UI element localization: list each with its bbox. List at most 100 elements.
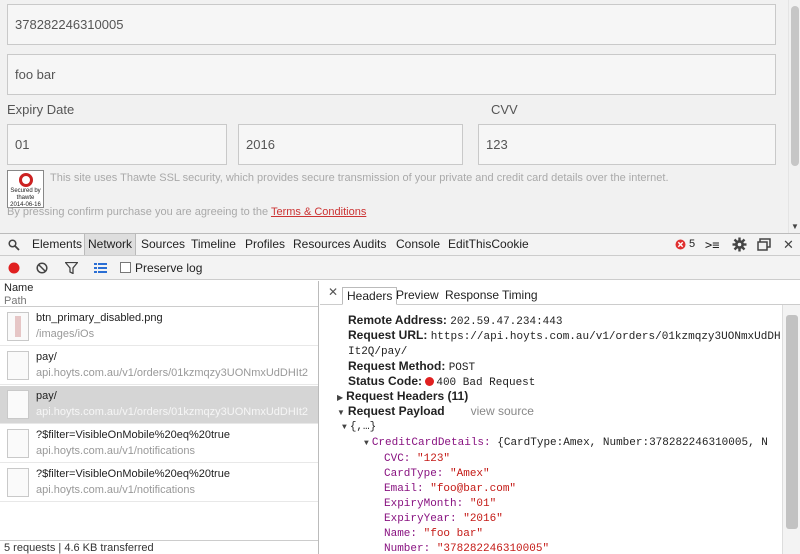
- close-detail-icon[interactable]: ✕: [328, 285, 338, 299]
- request-payload-label[interactable]: Request Payload: [348, 404, 445, 418]
- request-list-summary: 5 requests | 4.6 KB transferred: [0, 540, 318, 554]
- field-value: "Amex": [450, 468, 490, 480]
- tab-response[interactable]: Response: [441, 287, 503, 305]
- request-row[interactable]: ?$filter=VisibleOnMobile%20eq%20true api…: [0, 464, 318, 502]
- request-list: Name Path btn_primary_disabled.png /imag…: [0, 281, 319, 554]
- request-payload-section[interactable]: ▼ Request Payload view source: [337, 404, 534, 418]
- payload-root[interactable]: ▼ {,…}: [342, 421, 376, 433]
- terms-link[interactable]: Terms & Conditions: [271, 206, 366, 218]
- ssl-notice: This site uses Thawte SSL security, whic…: [50, 172, 669, 184]
- credit-card-details-node[interactable]: ▼ CreditCardDetails: {CardType:Amex, Numb…: [364, 437, 768, 449]
- field-value: "2016": [463, 513, 503, 525]
- clear-icon[interactable]: [36, 262, 48, 277]
- field-key: Email:: [384, 483, 424, 495]
- status-code-label: Status Code:: [348, 374, 423, 388]
- thawte-seal-icon: [18, 173, 33, 187]
- request-url-value: https://api.hoyts.com.au/v1/orders/01kzm…: [430, 331, 781, 343]
- expiry-year-field[interactable]: 2016: [238, 124, 463, 165]
- devtools-tabbar: Elements Network Sources Timeline Profil…: [0, 234, 800, 256]
- request-headers-section[interactable]: ▶ Request Headers (11): [337, 389, 468, 403]
- triangle-down-icon[interactable]: ▼: [342, 423, 347, 432]
- triangle-down-icon[interactable]: ▼: [364, 439, 369, 448]
- request-detail-pane: ✕ Headers Preview Response Timing Remote…: [320, 281, 800, 554]
- dock-icon[interactable]: [757, 238, 771, 254]
- request-path: api.hoyts.com.au/v1/orders/01kzmqzy3UONm…: [36, 367, 309, 379]
- column-name-header[interactable]: Name: [4, 282, 33, 294]
- triangle-down-icon[interactable]: ▼: [337, 408, 345, 417]
- tab-audits[interactable]: Audits: [350, 234, 389, 255]
- expiry-month-field[interactable]: 01: [7, 124, 227, 165]
- scroll-down-arrow-icon[interactable]: ▼: [791, 222, 799, 231]
- large-rows-icon[interactable]: [94, 262, 107, 277]
- gear-icon[interactable]: [732, 237, 747, 255]
- name-on-card-field[interactable]: foo bar: [7, 54, 776, 95]
- preserve-log-checkbox[interactable]: [120, 262, 131, 273]
- detail-scrollbar-thumb[interactable]: [786, 315, 798, 529]
- tab-network[interactable]: Network: [84, 234, 137, 255]
- tab-elements[interactable]: Elements: [29, 234, 85, 255]
- cvv-field[interactable]: 123: [478, 124, 776, 165]
- close-icon[interactable]: ✕: [783, 237, 794, 253]
- card-number-field[interactable]: 378282246310005: [7, 4, 776, 45]
- request-name: ?$filter=VisibleOnMobile%20eq%20true: [36, 429, 230, 441]
- request-path: api.hoyts.com.au/v1/notifications: [36, 484, 195, 496]
- payment-form-page: 378282246310005 foo bar Expiry Date CVV …: [0, 0, 800, 233]
- thawte-seal[interactable]: Secured by thawte 2014-06-16: [7, 170, 44, 208]
- request-row-selected[interactable]: pay/ api.hoyts.com.au/v1/orders/01kzmqzy…: [0, 386, 318, 424]
- detail-scrollbar[interactable]: [782, 305, 800, 554]
- document-file-icon: [7, 390, 29, 419]
- request-list-header: Name Path: [0, 281, 318, 307]
- field-key: CardType:: [384, 468, 444, 480]
- page-scrollbar-thumb[interactable]: [791, 6, 799, 166]
- request-name: ?$filter=VisibleOnMobile%20eq%20true: [36, 468, 230, 480]
- request-row[interactable]: pay/ api.hoyts.com.au/v1/orders/01kzmqzy…: [0, 347, 318, 385]
- record-icon[interactable]: [8, 262, 20, 277]
- payload-field-expirymonth: ExpiryMonth: "01": [384, 498, 496, 510]
- request-url-row: Request URL: https://api.hoyts.com.au/v1…: [348, 328, 781, 343]
- tab-timing[interactable]: Timing: [498, 287, 542, 305]
- field-key: Name:: [384, 528, 418, 540]
- search-icon[interactable]: [8, 239, 20, 254]
- console-drawer-icon[interactable]: >≡: [705, 238, 719, 252]
- tab-editthiscookie[interactable]: EditThisCookie: [445, 234, 532, 255]
- request-row[interactable]: btn_primary_disabled.png /images/iOs: [0, 308, 318, 346]
- tab-timeline[interactable]: Timeline: [188, 234, 239, 255]
- payload-field-expiryyear: ExpiryYear: "2016": [384, 513, 503, 525]
- payload-field-cvc: CVC: "123": [384, 453, 450, 465]
- tab-sources[interactable]: Sources: [138, 234, 188, 255]
- request-headers-label[interactable]: Request Headers (11): [346, 389, 468, 403]
- field-key: Number:: [384, 543, 431, 554]
- field-key: ExpiryYear:: [384, 513, 457, 525]
- error-icon[interactable]: [675, 239, 686, 253]
- seal-text: Secured by thawte: [10, 188, 41, 201]
- error-count[interactable]: 5: [686, 234, 698, 255]
- request-url-value-continued: It2Q/pay/: [348, 346, 408, 358]
- status-code-row: Status Code: 400 Bad Request: [348, 374, 535, 389]
- devtools-panel: Elements Network Sources Timeline Profil…: [0, 233, 800, 554]
- tab-resources[interactable]: Resources: [290, 234, 353, 255]
- payload-field-number: Number: "378282246310005": [384, 543, 549, 554]
- triangle-right-icon[interactable]: ▶: [337, 393, 343, 402]
- request-path: /images/iOs: [36, 328, 95, 340]
- cvv-label: CVV: [491, 102, 518, 117]
- tab-console[interactable]: Console: [393, 234, 443, 255]
- payload-root-summary: {,…}: [349, 421, 377, 433]
- tab-preview[interactable]: Preview: [392, 287, 443, 305]
- field-value: "01": [469, 498, 497, 510]
- request-url-label: Request URL:: [348, 328, 428, 342]
- remote-address-row: Remote Address: 202.59.47.234:443: [348, 313, 562, 328]
- filter-icon[interactable]: [64, 261, 79, 277]
- request-name: pay/: [36, 390, 57, 402]
- request-method-label: Request Method:: [348, 359, 446, 373]
- tab-profiles[interactable]: Profiles: [242, 234, 288, 255]
- field-value: "123": [417, 453, 451, 465]
- view-source-link[interactable]: view source: [471, 404, 534, 418]
- column-path-header: Path: [4, 295, 27, 307]
- image-file-icon: [7, 312, 29, 341]
- tab-headers[interactable]: Headers: [342, 287, 398, 305]
- page-scrollbar[interactable]: ▼: [788, 0, 800, 233]
- field-value: "foo@bar.com": [430, 483, 517, 495]
- field-key: ExpiryMonth:: [384, 498, 464, 510]
- request-row[interactable]: ?$filter=VisibleOnMobile%20eq%20true api…: [0, 425, 318, 463]
- field-value: "378282246310005": [436, 543, 550, 554]
